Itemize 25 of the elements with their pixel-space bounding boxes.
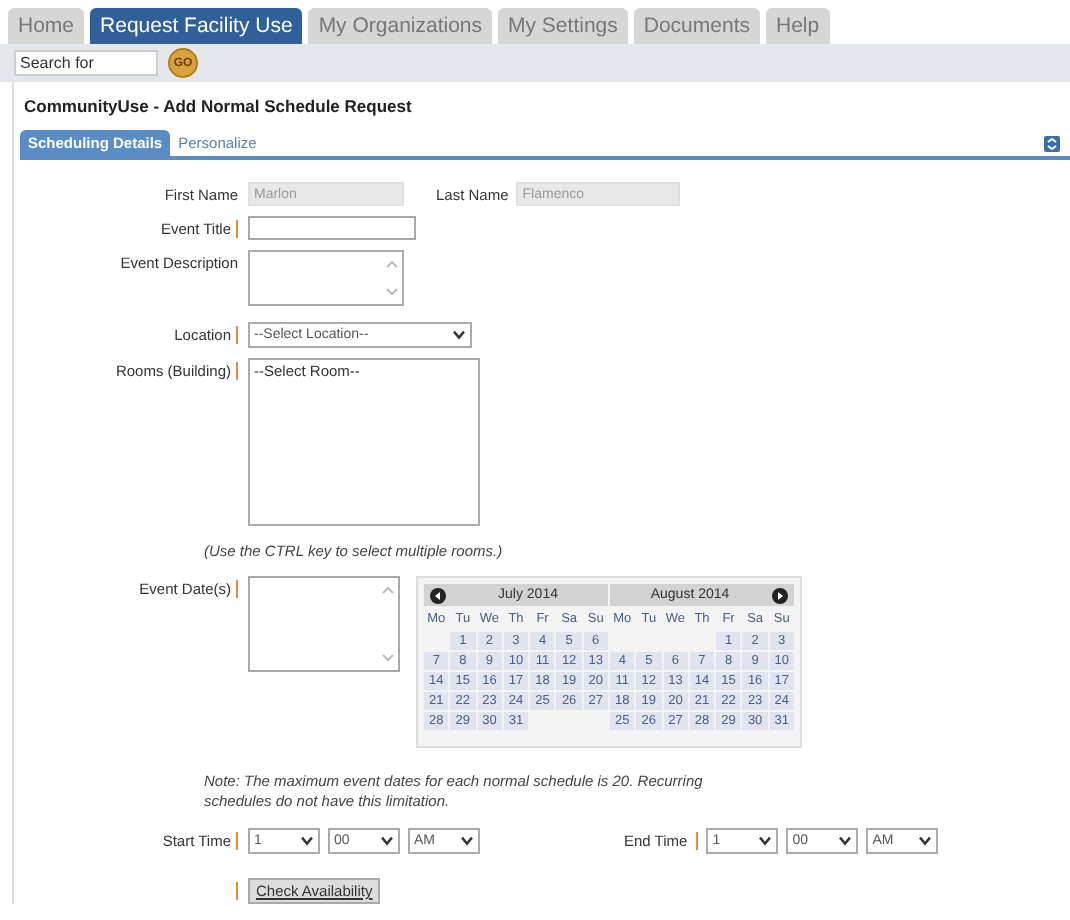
previous-month-icon[interactable] <box>430 587 446 603</box>
event-description-field[interactable] <box>248 250 404 306</box>
next-month-icon[interactable] <box>772 587 788 603</box>
nav-tab[interactable]: My Organizations <box>308 8 493 44</box>
chevron-icon <box>452 330 466 340</box>
nav-tab[interactable]: Documents <box>633 8 760 44</box>
nav-tab[interactable]: Help <box>765 8 830 44</box>
scroll-down-icon[interactable] <box>386 288 398 296</box>
chevron-icon <box>300 836 314 846</box>
nav-tab[interactable]: My Settings <box>498 8 628 44</box>
chevron-icon <box>460 836 474 846</box>
nav-tab[interactable]: Home <box>8 8 85 44</box>
chevron-icon <box>838 836 853 846</box>
chevron-icon <box>758 836 773 846</box>
scroll-up-icon[interactable] <box>386 260 398 268</box>
collapse-icon[interactable] <box>1044 136 1060 152</box>
chevron-icon <box>918 836 933 846</box>
chevron-icon <box>380 836 394 846</box>
scroll-up-icon[interactable] <box>382 586 394 594</box>
search-field[interactable]: Search for <box>14 50 158 76</box>
scroll-down-icon[interactable] <box>382 654 394 662</box>
event-title-field[interactable] <box>248 216 416 240</box>
nav-tab[interactable]: Request Facility Use <box>90 8 303 44</box>
page-title: CommunityUse - Add Normal Schedule Request <box>22 94 414 120</box>
event-dates-field[interactable] <box>248 576 400 672</box>
